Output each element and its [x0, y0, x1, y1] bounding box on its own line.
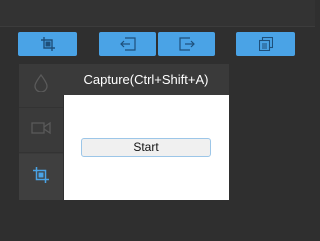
export-button[interactable] — [158, 32, 215, 56]
top-bar — [0, 0, 315, 27]
capture-button[interactable] — [18, 32, 77, 56]
sidebar-item-record[interactable] — [19, 109, 63, 153]
copy-button[interactable] — [236, 32, 295, 56]
panel-title: Capture(Ctrl+Shift+A) — [63, 64, 229, 95]
import-button[interactable] — [99, 32, 156, 56]
import-icon — [119, 37, 136, 51]
start-button[interactable]: Start — [81, 138, 211, 157]
video-camera-icon — [31, 121, 51, 140]
capture-panel: Start — [64, 95, 229, 200]
export-icon — [178, 37, 195, 51]
capture-icon — [40, 37, 55, 51]
sidebar-item-color[interactable] — [19, 64, 63, 108]
sidebar — [19, 64, 63, 200]
copy-icon — [258, 37, 273, 51]
sidebar-item-capture[interactable] — [19, 154, 63, 200]
capture-icon — [33, 166, 49, 188]
droplet-icon — [34, 73, 48, 97]
